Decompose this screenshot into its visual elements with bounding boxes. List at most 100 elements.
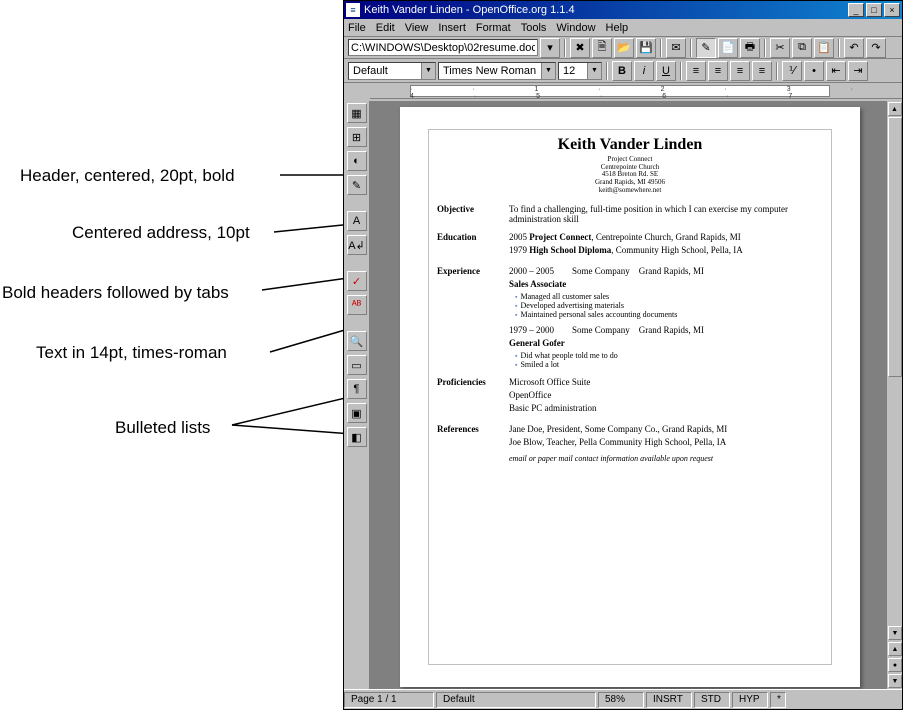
- show-draw-icon[interactable]: ✎: [347, 175, 367, 195]
- insert-table-icon[interactable]: ▦: [347, 103, 367, 123]
- nonprinting-icon[interactable]: ¶: [347, 379, 367, 399]
- decrease-indent-button[interactable]: ⇤: [826, 61, 846, 81]
- prof-line: OpenOffice: [509, 390, 823, 400]
- form-icon[interactable]: A: [347, 211, 367, 231]
- spellcheck-icon[interactable]: ✓: [347, 271, 367, 291]
- chevron-down-icon[interactable]: ▼: [421, 63, 435, 79]
- menu-window[interactable]: Window: [556, 22, 595, 34]
- menu-insert[interactable]: Insert: [438, 22, 466, 34]
- redo-icon[interactable]: ↷: [866, 38, 886, 58]
- font-size-combo[interactable]: 12 ▼: [558, 62, 602, 80]
- body-education: 2005 Project Connect, Centrepointe Churc…: [509, 232, 823, 258]
- edit-icon[interactable]: ✎: [696, 38, 716, 58]
- next-page-icon[interactable]: ▼: [888, 674, 902, 688]
- menu-tools[interactable]: Tools: [521, 22, 547, 34]
- align-center-button[interactable]: ≡: [708, 61, 728, 81]
- body-objective: To find a challenging, full-time positio…: [509, 204, 823, 224]
- chevron-down-icon[interactable]: ▼: [587, 63, 601, 79]
- italic-button[interactable]: i: [634, 61, 654, 81]
- status-style[interactable]: Default: [436, 692, 596, 708]
- find-icon[interactable]: 🔍: [347, 331, 367, 351]
- separator: [564, 39, 566, 57]
- bullet-item: Maintained personal sales accounting doc…: [515, 310, 823, 319]
- data-sources-icon[interactable]: ▭: [347, 355, 367, 375]
- bullet-list-button[interactable]: •: [804, 61, 824, 81]
- separator: [838, 39, 840, 57]
- education-line: 2005 Project Connect, Centrepointe Churc…: [509, 232, 823, 242]
- body-proficiencies: Microsoft Office Suite OpenOffice Basic …: [509, 377, 823, 416]
- status-insert[interactable]: INSRT: [646, 692, 692, 708]
- open-icon[interactable]: 📂: [614, 38, 634, 58]
- scroll-up-icon[interactable]: ▲: [888, 102, 902, 116]
- ruler[interactable]: · · 1 · 2 · 3 · 4 · 5 · 6 · 7: [370, 83, 902, 99]
- copy-icon[interactable]: ⧉: [792, 38, 812, 58]
- undo-icon[interactable]: ↶: [844, 38, 864, 58]
- align-left-button[interactable]: ≡: [686, 61, 706, 81]
- underline-button[interactable]: U: [656, 61, 676, 81]
- navigator-icon[interactable]: ●: [888, 658, 902, 672]
- font-name-value: Times New Roman: [439, 65, 541, 77]
- cut-icon[interactable]: ✂: [770, 38, 790, 58]
- section-proficiencies: Proficiencies Microsoft Office Suite Ope…: [437, 377, 823, 416]
- online-layout-icon[interactable]: ◧: [347, 427, 367, 447]
- menu-help[interactable]: Help: [606, 22, 629, 34]
- section-references: References Jane Doe, President, Some Com…: [437, 424, 823, 463]
- status-zoom[interactable]: 58%: [598, 692, 644, 708]
- status-modified[interactable]: *: [770, 692, 786, 708]
- exp-dates: 2000 – 2005 Some Company Grand Rapids, M…: [509, 266, 823, 276]
- prev-page-icon[interactable]: ▲: [888, 642, 902, 656]
- insert-object-icon[interactable]: ◐: [347, 151, 367, 171]
- new-icon[interactable]: 🗎: [592, 38, 612, 58]
- font-name-combo[interactable]: Times New Roman ▼: [438, 62, 556, 80]
- window-title: Keith Vander Linden - OpenOffice.org 1.1…: [364, 4, 846, 16]
- titlebar[interactable]: ≡ Keith Vander Linden - OpenOffice.org 1…: [344, 1, 902, 19]
- save-icon[interactable]: 💾: [636, 38, 656, 58]
- close-button[interactable]: ×: [884, 3, 900, 17]
- menu-format[interactable]: Format: [476, 22, 511, 34]
- menu-file[interactable]: File: [348, 22, 366, 34]
- bold-button[interactable]: B: [612, 61, 632, 81]
- print-icon[interactable]: 🖶: [740, 38, 760, 58]
- insert-field-icon[interactable]: ⊞: [347, 127, 367, 147]
- chevron-down-icon[interactable]: ▼: [541, 63, 555, 79]
- page-margins: Keith Vander Linden Project Connect Cent…: [428, 129, 832, 665]
- bullet-item: Smiled a lot: [515, 360, 823, 369]
- scroll-down-icon[interactable]: ▼: [888, 626, 902, 640]
- maximize-button[interactable]: □: [866, 3, 882, 17]
- app-icon: ≡: [346, 3, 360, 17]
- menu-view[interactable]: View: [405, 22, 429, 34]
- resume-address: Project Connect Centrepointe Church 4518…: [437, 156, 823, 194]
- prof-line: Microsoft Office Suite: [509, 377, 823, 387]
- graphics-icon[interactable]: ▣: [347, 403, 367, 423]
- pdf-icon[interactable]: 📄: [718, 38, 738, 58]
- exp-title: General Gofer: [509, 338, 823, 348]
- exp-bullets: Managed all customer sales Developed adv…: [515, 292, 823, 319]
- align-right-button[interactable]: ≡: [730, 61, 750, 81]
- path-input[interactable]: [348, 39, 538, 56]
- label-education: Education: [437, 232, 509, 258]
- menubar: File Edit View Insert Format Tools Windo…: [344, 19, 902, 37]
- document-area[interactable]: Keith Vander Linden Project Connect Cent…: [370, 101, 886, 689]
- numbered-list-button[interactable]: ⅟: [782, 61, 802, 81]
- increase-indent-button[interactable]: ⇥: [848, 61, 868, 81]
- status-page[interactable]: Page 1 / 1: [344, 692, 434, 708]
- page[interactable]: Keith Vander Linden Project Connect Cent…: [400, 107, 860, 687]
- minimize-button[interactable]: _: [848, 3, 864, 17]
- status-std[interactable]: STD: [694, 692, 730, 708]
- exp-title: Sales Associate: [509, 279, 823, 289]
- status-hyp[interactable]: HYP: [732, 692, 768, 708]
- label-experience: Experience: [437, 266, 509, 369]
- vertical-scrollbar[interactable]: ▲ ▼ ▲ ● ▼: [886, 101, 902, 689]
- paste-icon[interactable]: 📋: [814, 38, 834, 58]
- dropdown-icon[interactable]: ▾: [540, 38, 560, 58]
- section-education: Education 2005 Project Connect, Centrepo…: [437, 232, 823, 258]
- align-justify-button[interactable]: ≡: [752, 61, 772, 81]
- autotext-icon[interactable]: A↲: [347, 235, 367, 255]
- menu-edit[interactable]: Edit: [376, 22, 395, 34]
- scroll-thumb[interactable]: [888, 117, 902, 377]
- stop-icon[interactable]: ✖: [570, 38, 590, 58]
- auto-spellcheck-icon[interactable]: ᴬᴮ: [347, 295, 367, 315]
- openoffice-window: ≡ Keith Vander Linden - OpenOffice.org 1…: [343, 0, 903, 710]
- paragraph-style-combo[interactable]: Default ▼: [348, 62, 436, 80]
- mail-icon[interactable]: ✉: [666, 38, 686, 58]
